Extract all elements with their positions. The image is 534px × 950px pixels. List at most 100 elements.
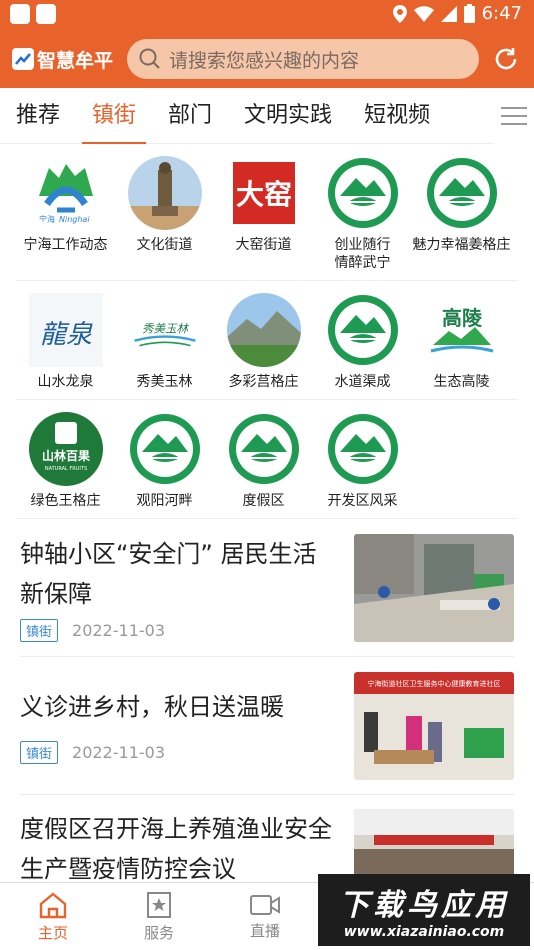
nav-label: 直播 (249, 921, 280, 940)
yulin-logo-text: 秀美玉林 (142, 321, 189, 335)
shanlin-logo-text: 山林百果 (41, 448, 89, 463)
tab-civilization[interactable]: 文明实践 (228, 88, 348, 144)
channel-label: 生态高陵 (433, 374, 490, 390)
channel-yulin[interactable]: 秀美玉林 秀美玉林 (115, 293, 214, 391)
chart-logo-icon (12, 48, 34, 70)
channel-label: 水道渠成 (334, 374, 391, 390)
news-thumbnail: 宁海街道社区卫生服务中心健康教育进社区 (354, 671, 514, 780)
nav-live[interactable]: 直播 (212, 883, 318, 950)
nav-label: 服务 (143, 923, 174, 942)
statue-photo-icon (127, 156, 202, 230)
channel-label: 魅力幸福姜格庄 (412, 237, 511, 253)
news-thumbnail (354, 533, 514, 642)
channel-resort-area[interactable]: 度假区 (214, 412, 313, 510)
yulin-calligraphy-icon: 秀美玉林 (127, 293, 202, 367)
longquan-logo-text: 龍泉 (39, 320, 92, 350)
channel-longquan[interactable]: 龍泉 山水龙泉 (16, 293, 115, 391)
battery-icon (463, 4, 475, 23)
channel-culture-street[interactable]: 文化街道 (115, 156, 214, 272)
news-item[interactable]: 钟轴小区“安全门” 居民生活新保障 镇街 2022-11-03 (20, 519, 514, 657)
shanlin-logo-sub: NATURAL FRUITS (44, 466, 86, 472)
channel-label: 宁海工作动态 (23, 237, 108, 253)
home-icon (39, 891, 67, 918)
watermark-title: 下载鸟应用 (339, 888, 509, 923)
channel-gaoling[interactable]: 高陵 生态高陵 (412, 293, 511, 391)
green-mountain-logo-icon (326, 412, 400, 486)
news-title: 度假区召开海上养殖渔业安全生产暨疫情防控会议 (20, 815, 332, 883)
channel-label: 绿色王格庄 (30, 493, 101, 509)
mountain-photo-icon (226, 293, 301, 367)
tab-departments[interactable]: 部门 (152, 88, 228, 144)
channel-label: 度假区 (242, 493, 285, 509)
channel-jianggezhuang[interactable]: 魅力幸福姜格庄 (412, 156, 511, 272)
news-tag: 镇街 (20, 741, 59, 764)
notification-icon (36, 4, 56, 24)
channel-guanyang[interactable]: 观阳河畔 (115, 412, 214, 510)
dayao-logo-text: 大窑 (235, 178, 291, 211)
news-item[interactable]: 义诊进乡村，秋日送温暖 镇街 2022-11-03 宁海街道社区卫生服务中心健康… (20, 657, 514, 795)
channel-label: 秀美玉林 (136, 374, 193, 390)
channel-label: 大窑街道 (235, 237, 292, 253)
channel-label: 文化街道 (136, 237, 193, 253)
channel-label: 创业随行 情醉武宁 (334, 237, 391, 271)
news-title: 钟轴小区“安全门” 居民生活新保障 (20, 539, 317, 608)
refresh-button[interactable] (491, 44, 521, 74)
grid-row: 龍泉 山水龙泉 秀美玉林 秀美玉林 多彩莒格庄 水道渠成 高陵 生态高陵 (16, 281, 518, 400)
nav-services[interactable]: 服务 (106, 883, 212, 950)
green-mountain-logo-icon (326, 293, 400, 367)
grid-row: 山林百果 NATURAL FRUITS 绿色王格庄 观阳河畔 度假区 开发区风采 (16, 400, 518, 519)
channel-wanggezhuang[interactable]: 山林百果 NATURAL FRUITS 绿色王格庄 (16, 412, 115, 510)
status-time: 6:47 (481, 3, 522, 24)
ninghai-logo-sub: 宁海 (39, 214, 55, 224)
grid-row: 宁海 Ninghai 宁海工作动态 文化街道 大窑 大窑街道 创业随行 情醉武宁… (16, 144, 518, 281)
tab-towns[interactable]: 镇街 (76, 88, 152, 144)
longquan-calligraphy-icon: 龍泉 (28, 293, 103, 367)
search-placeholder: 请搜索您感兴趣的内容 (169, 49, 360, 72)
green-mountain-logo-icon (425, 156, 499, 230)
shanlin-baiguo-logo-icon: 山林百果 NATURAL FRUITS (28, 412, 103, 486)
search-bar[interactable]: 请搜索您感兴趣的内容 (127, 39, 480, 79)
channel-jugezhuang[interactable]: 多彩莒格庄 (214, 293, 313, 391)
channel-label: 多彩莒格庄 (228, 374, 299, 390)
channel-wuning[interactable]: 创业随行 情醉武宁 (313, 156, 412, 272)
channel-label: 山水龙泉 (37, 374, 94, 390)
news-tag: 镇街 (20, 618, 59, 642)
channel-development-zone[interactable]: 开发区风采 (313, 412, 412, 510)
channel-ninghai[interactable]: 宁海 Ninghai 宁海工作动态 (16, 156, 115, 272)
video-camera-icon (250, 894, 280, 915)
category-tabs: 推荐 镇街 部门 文明实践 短视频 (0, 88, 534, 144)
wifi-icon (413, 5, 434, 22)
star-bookmark-icon (147, 891, 171, 918)
news-date: 2022-11-03 (72, 620, 165, 640)
app-name: 智慧牟平 (37, 49, 114, 72)
gaoling-logo-icon: 高陵 (424, 293, 499, 367)
news-title: 义诊进乡村，秋日送温暖 (20, 693, 284, 721)
tab-menu-button[interactable] (494, 88, 534, 144)
channel-dayao[interactable]: 大窑 大窑街道 (214, 156, 313, 272)
channel-shuidaoqucheng[interactable]: 水道渠成 (313, 293, 412, 391)
channel-label: 开发区风采 (327, 493, 398, 509)
nav-home[interactable]: 主页 (0, 883, 106, 950)
menu-icon (501, 107, 527, 125)
ninghai-logo-text: Ninghai (59, 215, 90, 224)
location-icon (392, 4, 407, 23)
refresh-icon (495, 48, 517, 70)
ninghai-logo-icon: 宁海 Ninghai (29, 156, 103, 230)
news-date: 2022-11-03 (72, 743, 165, 762)
app-logo: 智慧牟平 (12, 46, 113, 73)
notification-icon (10, 4, 30, 24)
gaoling-logo-text: 高陵 (442, 306, 483, 330)
dayao-logo-icon: 大窑 (232, 162, 295, 224)
channel-label: 观阳河畔 (136, 493, 193, 509)
green-mountain-logo-icon (326, 156, 400, 230)
tab-recommend[interactable]: 推荐 (0, 88, 76, 144)
news-list: 钟轴小区“安全门” 居民生活新保障 镇街 2022-11-03 义诊进乡村，秋日… (0, 519, 534, 933)
tab-short-video[interactable]: 短视频 (348, 88, 446, 144)
status-bar: 6:47 (0, 0, 534, 30)
watermark-url: www.xiazainiao.com (343, 924, 505, 940)
app-header: 智慧牟平 请搜索您感兴趣的内容 (0, 30, 534, 88)
green-mountain-logo-icon (227, 412, 301, 486)
signal-icon (440, 5, 457, 22)
green-mountain-logo-icon (128, 412, 202, 486)
nav-label: 主页 (37, 923, 68, 942)
